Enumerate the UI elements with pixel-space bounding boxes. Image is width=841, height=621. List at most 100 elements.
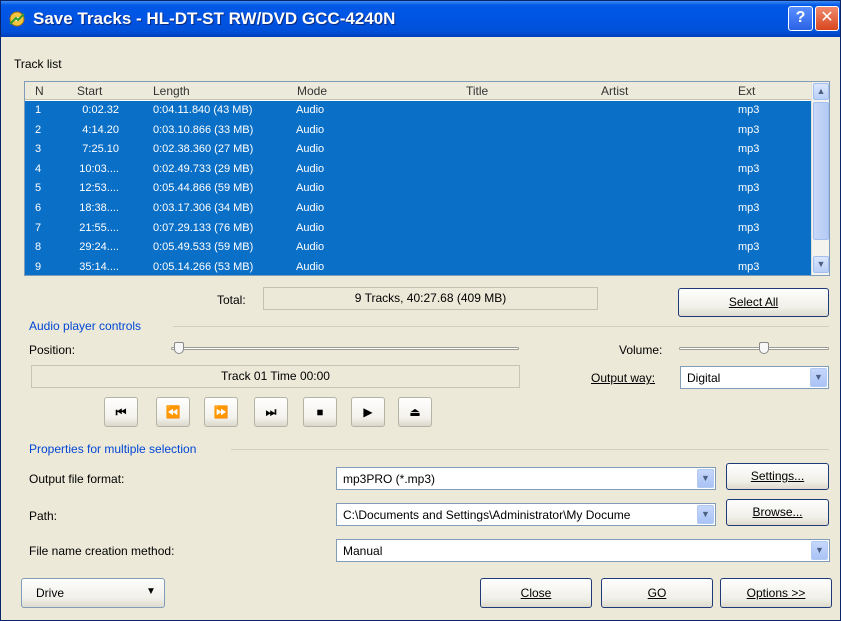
track-number: 7	[35, 221, 42, 234]
stop-button[interactable]: ⏹	[303, 397, 337, 427]
output-way-select[interactable]: Digital ▼	[680, 366, 829, 389]
rewind-button[interactable]: ⏪	[156, 397, 190, 427]
track-start: 0:02.32	[82, 104, 119, 116]
column-header-n[interactable]: N	[35, 84, 44, 98]
track-number: 9	[35, 260, 42, 273]
browse-button[interactable]: Browse...	[726, 499, 829, 526]
table-row[interactable]: 1 0:02.32 0:04.11.840 (43 MB) Audio mp3	[25, 101, 811, 121]
first-track-button[interactable]: ⏮	[104, 397, 138, 427]
settings-button[interactable]: Settings...	[726, 463, 829, 490]
options-button[interactable]: Options >>	[720, 578, 832, 608]
table-row[interactable]: 8 29:24.... 0:05.49.533 (59 MB) Audio mp…	[25, 238, 811, 258]
go-label: GO	[647, 586, 667, 600]
track-mode: Audio	[296, 104, 325, 116]
track-ext: mp3	[738, 143, 760, 156]
column-header-artist[interactable]: Artist	[601, 84, 628, 98]
chevron-down-icon[interactable]: ▼	[697, 505, 714, 524]
chevron-down-icon[interactable]: ▼	[697, 469, 714, 488]
browse-label: Browse...	[752, 505, 803, 519]
track-ext: mp3	[738, 104, 760, 116]
caret-down-icon: ▼	[146, 586, 156, 597]
play-button[interactable]: ▶	[351, 397, 385, 427]
track-number: 5	[35, 182, 42, 195]
track-start: 4:14.20	[82, 123, 119, 136]
select-all-button[interactable]: Select All	[678, 288, 829, 317]
track-mode: Audio	[296, 201, 325, 214]
track-rows: 1 0:02.32 0:04.11.840 (43 MB) Audio mp3 …	[25, 101, 811, 275]
track-length: 0:04.11.840 (43 MB)	[153, 104, 253, 116]
column-header-title[interactable]: Title	[466, 84, 488, 98]
drive-button[interactable]: Drive ▼	[21, 578, 165, 608]
track-number: 2	[35, 123, 42, 136]
chevron-down-icon[interactable]: ▼	[810, 368, 827, 387]
track-start: 12:53....	[79, 182, 119, 195]
track-mode: Audio	[296, 260, 325, 273]
track-list-scrollbar[interactable]: ▲ ▼	[811, 82, 829, 275]
close-window-button[interactable]: ✕	[815, 6, 839, 31]
close-label: Close	[520, 586, 552, 600]
table-row[interactable]: 6 18:38.... 0:03.17.306 (34 MB) Audio mp…	[25, 199, 811, 219]
track-mode: Audio	[296, 123, 325, 136]
path-label: Path:	[29, 509, 58, 523]
track-ext: mp3	[738, 241, 760, 254]
column-header-length[interactable]: Length	[153, 84, 190, 98]
track-ext: mp3	[738, 162, 760, 175]
scroll-thumb[interactable]	[813, 102, 829, 240]
file-name-creation-value: Manual	[343, 544, 383, 558]
track-length: 0:05.14.266 (53 MB)	[153, 260, 254, 273]
track-number: 8	[35, 241, 42, 254]
cd-save-icon	[9, 11, 25, 27]
output-file-format-select[interactable]: mp3PRO (*.mp3) ▼	[336, 467, 716, 490]
table-row[interactable]: 9 35:14.... 0:05.14.266 (53 MB) Audio mp…	[25, 258, 811, 275]
fast-forward-button[interactable]: ⏩	[204, 397, 238, 427]
output-way-label: Output way:	[591, 371, 656, 385]
properties-section-label: Properties for multiple selection	[29, 442, 197, 456]
track-number: 1	[35, 104, 42, 116]
track-length: 0:02.49.733 (29 MB)	[153, 162, 254, 175]
position-slider[interactable]	[171, 347, 519, 350]
track-ext: mp3	[738, 260, 760, 273]
settings-label: Settings...	[750, 469, 805, 483]
table-row[interactable]: 7 21:55.... 0:07.29.133 (76 MB) Audio mp…	[25, 219, 811, 239]
scroll-down-icon[interactable]: ▼	[813, 256, 829, 273]
section-divider	[173, 326, 829, 327]
table-row[interactable]: 2 4:14.20 0:03.10.866 (33 MB) Audio mp3	[25, 121, 811, 141]
column-header-mode[interactable]: Mode	[297, 84, 327, 98]
output-file-format-value: mp3PRO (*.mp3)	[343, 472, 436, 486]
output-file-format-label: Output file format:	[29, 472, 125, 486]
track-mode: Audio	[296, 162, 325, 175]
position-slider-thumb[interactable]	[174, 342, 184, 354]
volume-slider-thumb[interactable]	[759, 342, 769, 354]
track-length: 0:05.44.866 (59 MB)	[153, 182, 254, 195]
close-button[interactable]: Close	[480, 578, 592, 608]
column-header-start[interactable]: Start	[77, 84, 102, 98]
eject-button[interactable]: ⏏	[398, 397, 432, 427]
volume-slider[interactable]	[679, 347, 829, 350]
table-row[interactable]: 3 7:25.10 0:02.38.360 (27 MB) Audio mp3	[25, 140, 811, 160]
track-ext: mp3	[738, 123, 760, 136]
track-list-header: N Start Length Mode Title Artist Ext	[25, 82, 811, 100]
track-number: 4	[35, 162, 42, 175]
go-button[interactable]: GO	[601, 578, 713, 608]
track-mode: Audio	[296, 221, 325, 234]
track-ext: mp3	[738, 182, 760, 195]
track-start: 21:55....	[79, 221, 119, 234]
track-ext: mp3	[738, 221, 760, 234]
chevron-down-icon[interactable]: ▼	[811, 541, 828, 560]
path-select[interactable]: C:\Documents and Settings\Administrator\…	[336, 503, 716, 526]
title-bar[interactable]: Save Tracks - HL-DT-ST RW/DVD GCC-4240N …	[1, 1, 840, 37]
table-row[interactable]: 4 10:03.... 0:02.49.733 (29 MB) Audio mp…	[25, 160, 811, 180]
column-header-ext[interactable]: Ext	[738, 84, 755, 98]
help-button[interactable]: ?	[788, 6, 813, 31]
player-status: Track 01 Time 00:00	[31, 365, 520, 388]
scroll-up-icon[interactable]: ▲	[813, 83, 829, 100]
save-tracks-dialog: Save Tracks - HL-DT-ST RW/DVD GCC-4240N …	[0, 0, 841, 621]
track-list[interactable]: N Start Length Mode Title Artist Ext 1 0…	[24, 81, 830, 276]
table-row[interactable]: 5 12:53.... 0:05.44.866 (59 MB) Audio mp…	[25, 179, 811, 199]
track-start: 35:14....	[79, 260, 119, 273]
file-name-creation-select[interactable]: Manual ▼	[336, 539, 830, 562]
path-value: C:\Documents and Settings\Administrator\…	[343, 508, 631, 522]
last-track-button[interactable]: ⏭	[254, 397, 288, 427]
track-number: 3	[35, 143, 42, 156]
file-name-creation-label: File name creation method:	[29, 544, 175, 558]
